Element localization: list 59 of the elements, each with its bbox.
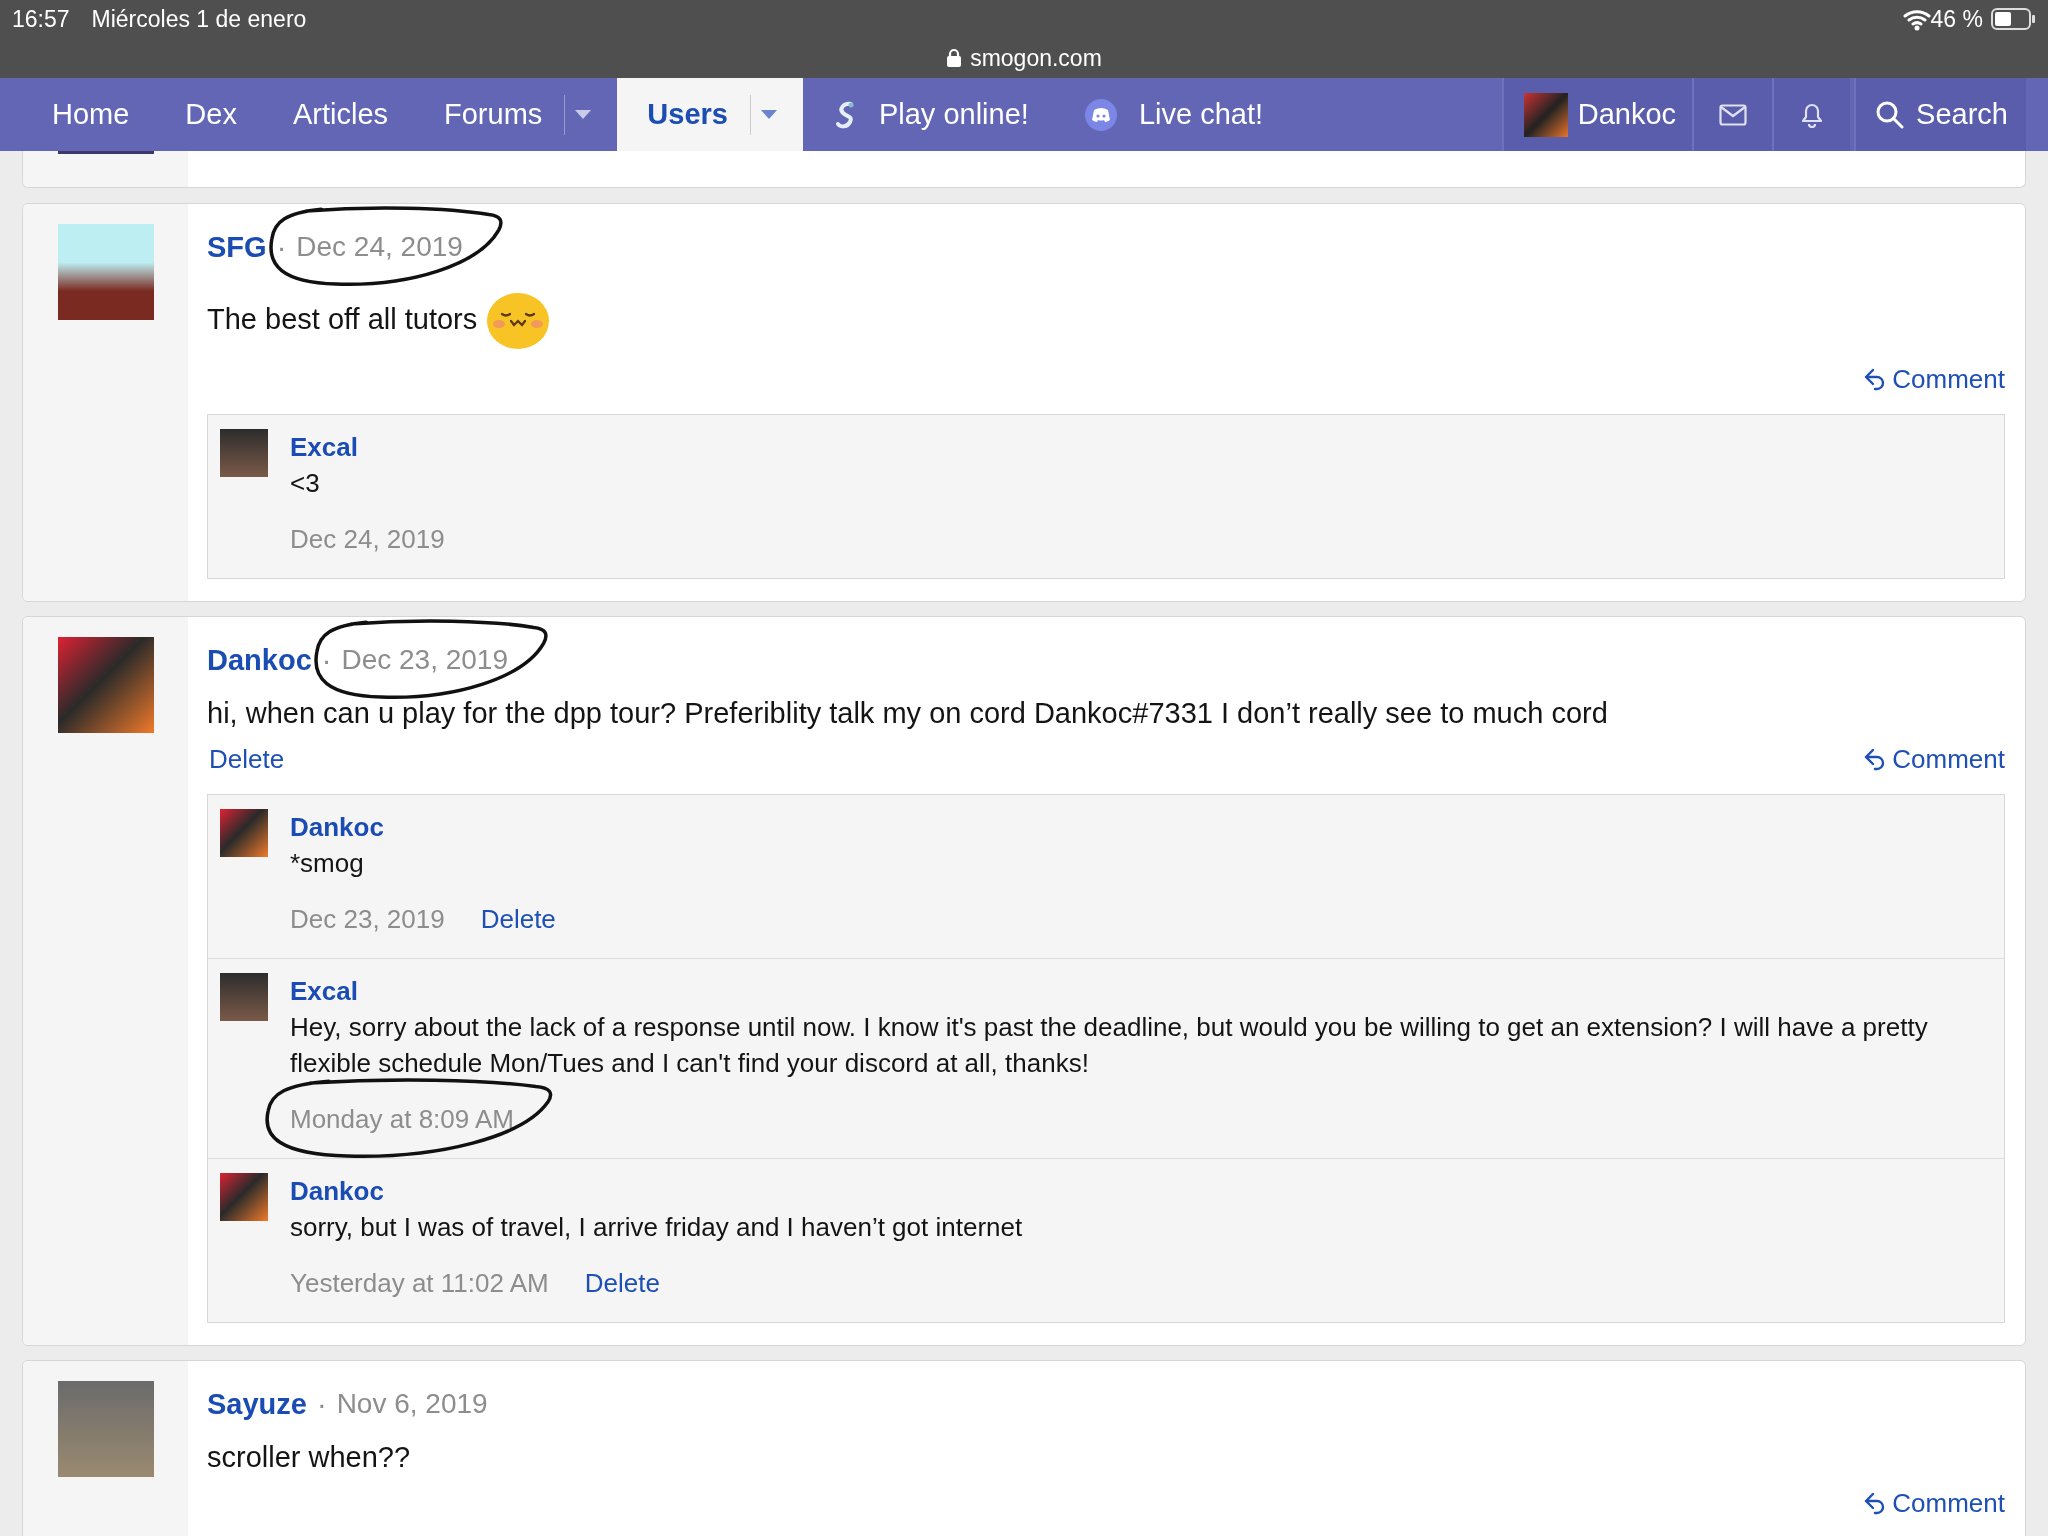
comment-link[interactable]: Comment — [1860, 1487, 2005, 1519]
comment-avatar — [220, 429, 268, 477]
nav-tab[interactable]: Home — [22, 78, 156, 151]
nav-tab[interactable]: Users — [617, 78, 803, 151]
mail-icon[interactable] — [1719, 103, 1748, 126]
author-link[interactable]: Dankoc — [207, 641, 312, 678]
wifi-icon — [1902, 7, 1931, 31]
post-date: Nov 6, 2019 — [336, 1388, 488, 1419]
status-date: Miércoles 1 de enero — [91, 5, 307, 33]
separator-dot: · — [316, 1386, 327, 1422]
battery-icon — [1991, 8, 2036, 30]
comment-text: sorry, but I was of travel, I arrive friday and I haven’t got internet — [290, 1211, 1024, 1244]
post-text: The best off all tutors — [207, 302, 478, 337]
reply-icon — [1862, 1491, 1887, 1515]
nav-tab[interactable]: Articles — [262, 78, 414, 151]
separator-dot: · — [276, 229, 287, 265]
battery-percentage: 46 % — [1930, 5, 1983, 33]
comment-author[interactable]: Dankoc — [290, 1173, 1992, 1209]
post-text: hi, when can u play for the dpp tour? Preferiblity talk my on cord Dankoc#7331 I don’t really see to much cord — [207, 697, 1608, 729]
post-text: scroller when?? — [207, 1441, 411, 1473]
search-icon — [1876, 100, 1905, 129]
user-menu[interactable]: Dankoc — [1501, 78, 1693, 151]
post-date: Yesterday at 11:02 AM — [290, 1268, 549, 1298]
caret-icon[interactable] — [575, 110, 592, 119]
author-link[interactable]: SFG — [207, 228, 267, 265]
post-date: Dec 24, 2019 — [296, 231, 463, 262]
comment-author[interactable]: Excal — [290, 429, 1992, 465]
url-address[interactable]: smogon.com — [970, 44, 1102, 72]
reply-icon — [1862, 367, 1887, 391]
delete-link[interactable]: Delete — [582, 1264, 660, 1301]
caret-icon[interactable] — [760, 110, 777, 119]
reply-icon — [1862, 747, 1887, 771]
comment-author[interactable]: Excal — [290, 973, 1992, 1009]
nav-tab[interactable]: Play online! — [802, 78, 1055, 151]
comment-text: <3 — [290, 467, 321, 500]
post-date: Monday at 8:09 AM — [290, 1104, 515, 1134]
comment-link[interactable]: Comment — [1860, 743, 2005, 775]
separator-dot: · — [321, 642, 332, 678]
comment-author[interactable]: Dankoc — [290, 809, 1992, 845]
author-link[interactable]: Sayuze — [207, 1385, 307, 1422]
user-avatar — [1523, 92, 1568, 137]
lock-icon — [946, 48, 963, 68]
comment-text: Hey, sorry about the lack of a response until now. I know it's past the deadline, but would you be willing to get an extension? I will have a pretty flexible schedule Mon/Tues and I can't find your discord at all, thanks! — [290, 1011, 1929, 1080]
clock-time: 16:57 — [12, 5, 70, 33]
comment-link[interactable]: Comment — [1860, 363, 2005, 395]
post-date: Dec 23, 2019 — [341, 644, 508, 675]
nav-tab[interactable]: Live chat! — [1054, 78, 1289, 151]
delete-link[interactable]: Delete — [207, 743, 285, 775]
nav-tab[interactable]: Dex — [155, 78, 263, 151]
comment-avatar — [220, 973, 268, 1021]
nav-tab[interactable]: Forums — [414, 78, 618, 151]
post-date: Dec 24, 2019 — [290, 524, 445, 554]
delete-link[interactable]: Delete — [478, 900, 556, 937]
comment-avatar — [220, 1173, 268, 1221]
post-date: Dec 23, 2019 — [290, 904, 445, 934]
search-button[interactable]: Search — [1854, 78, 2026, 151]
comment-text: *smog — [290, 847, 365, 880]
chat-bubble-icon — [1084, 98, 1117, 131]
comment-avatar — [220, 809, 268, 857]
